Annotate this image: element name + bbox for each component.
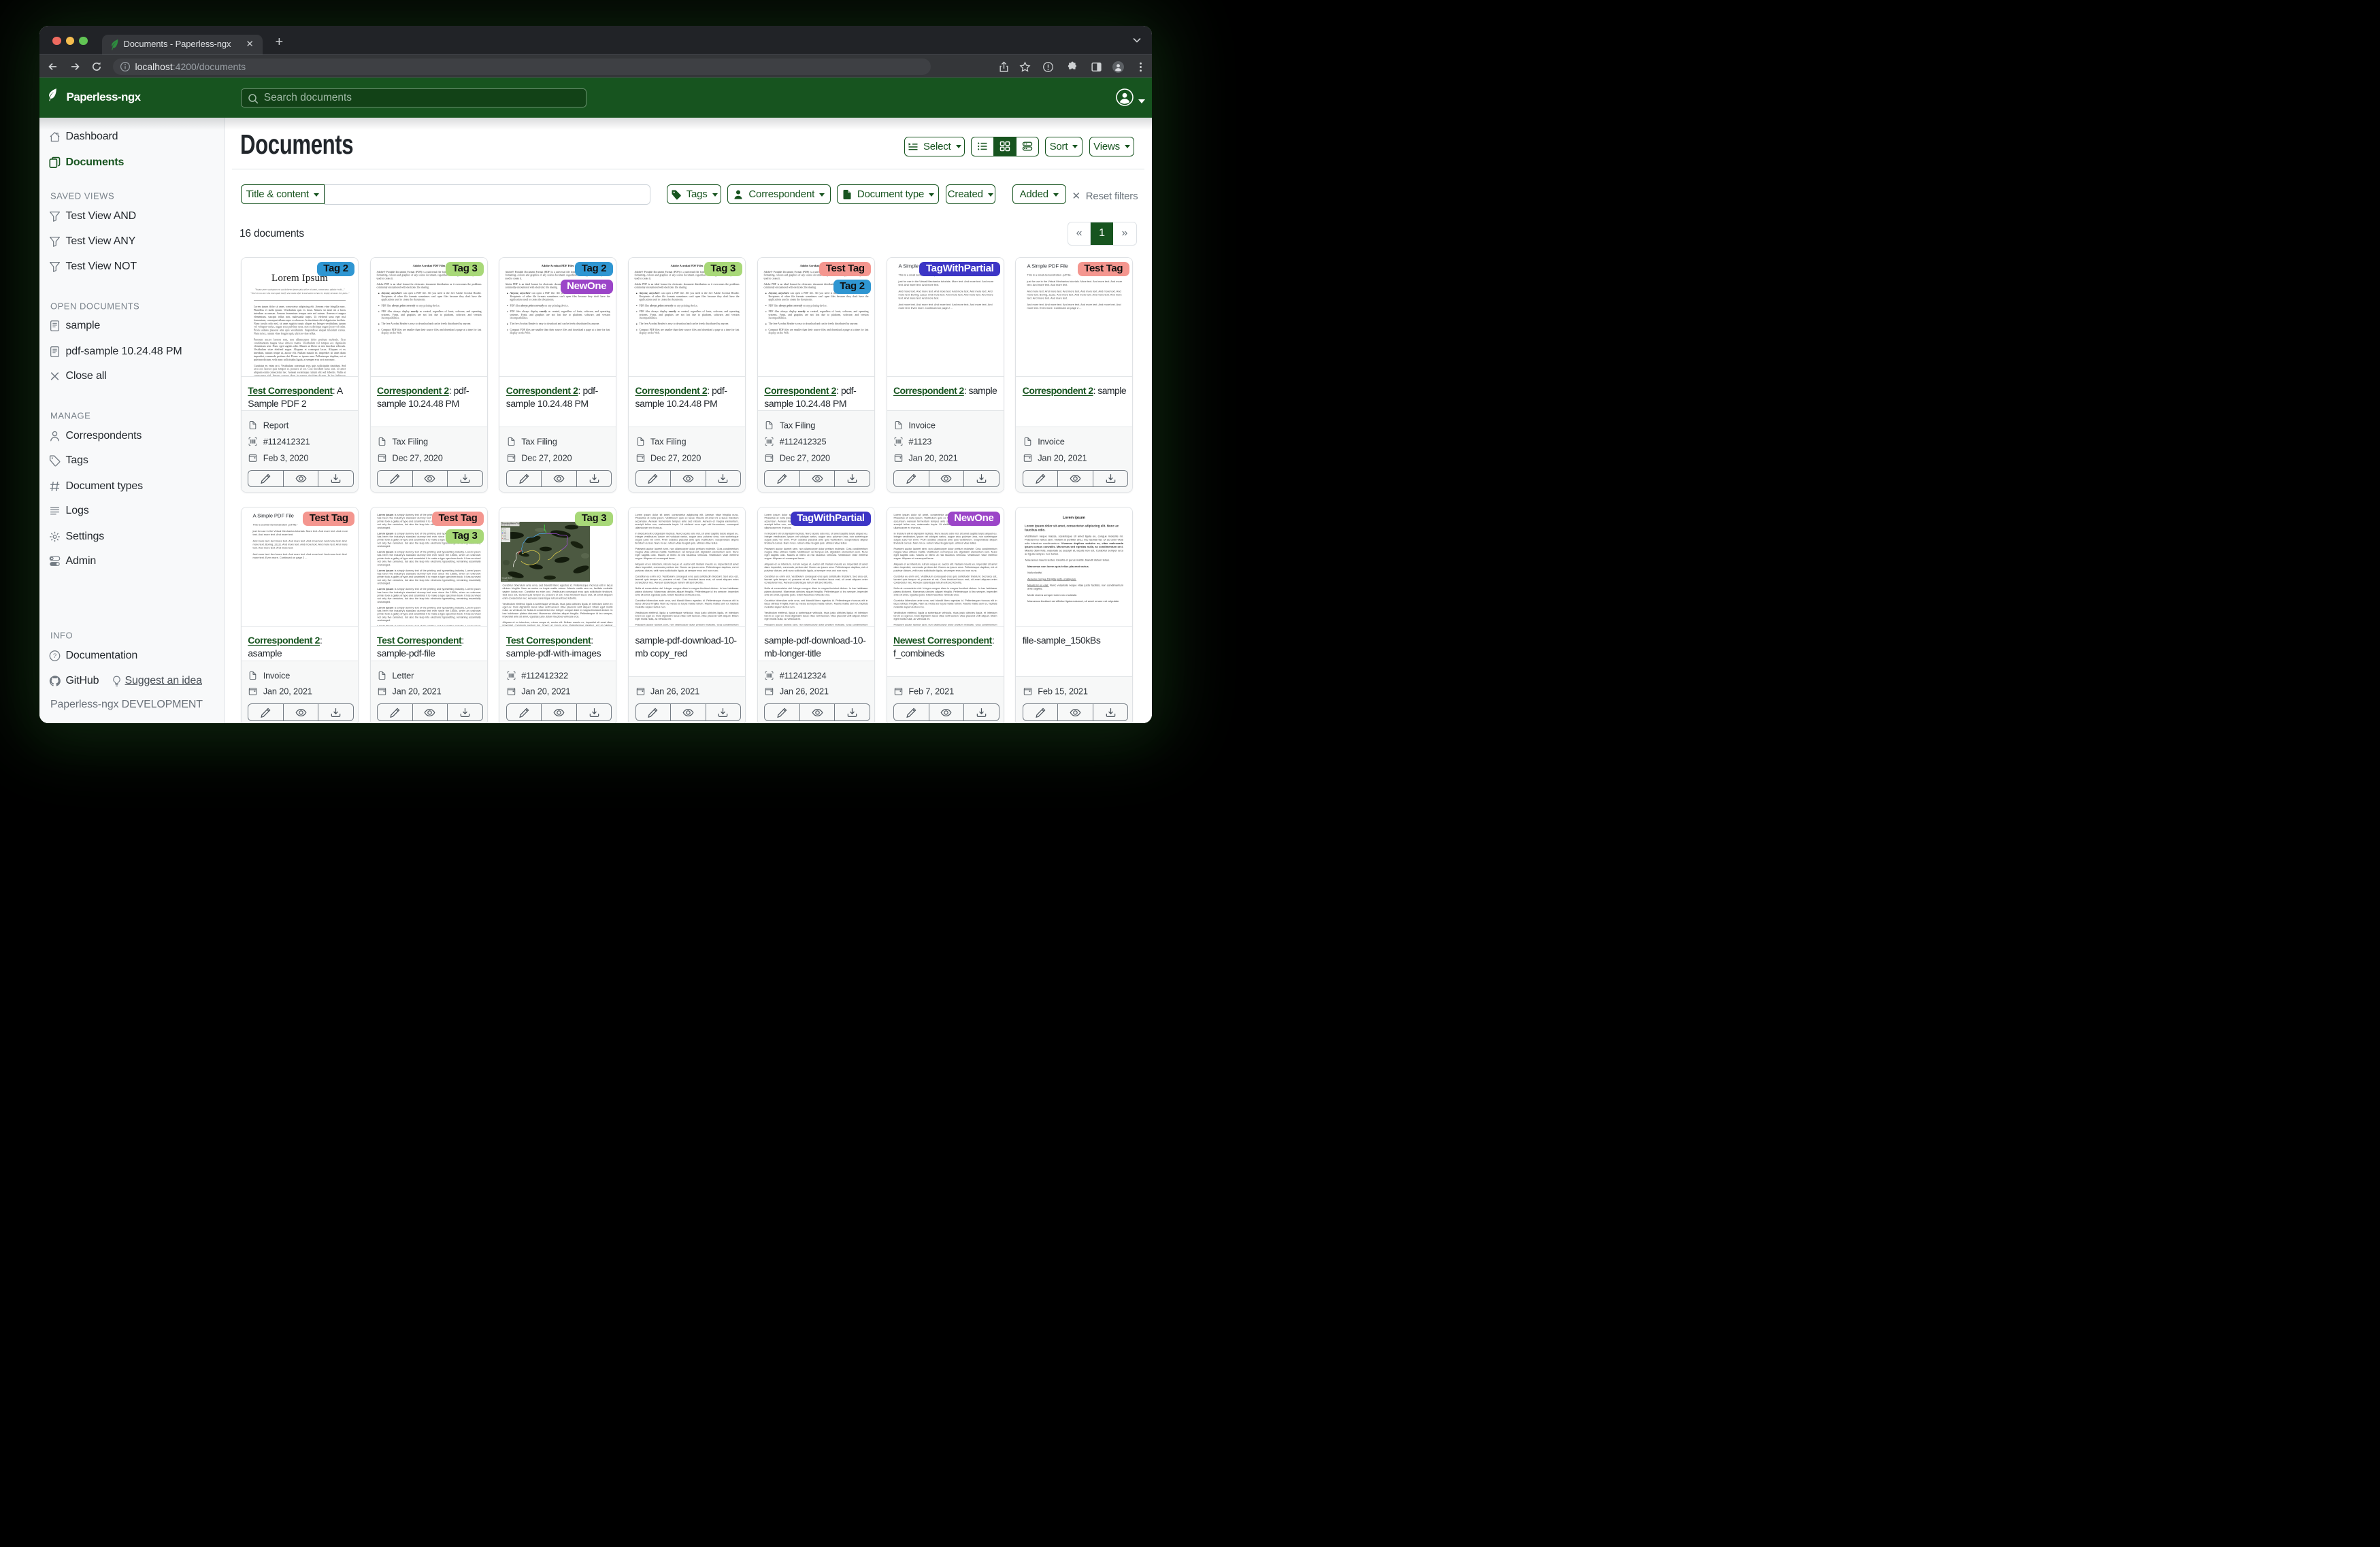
svg-text:?: ? [52, 652, 56, 660]
svg-text:Day 6: Day 6 [503, 538, 506, 539]
svg-text:Day 4: Day 4 [503, 535, 506, 537]
svg-text:Boundary Waters Trip: Boundary Waters Trip [501, 523, 519, 525]
svg-text:Day 2: Day 2 [503, 532, 506, 533]
svg-text:Legend: Legend [501, 529, 506, 530]
svg-text:Day 3: Day 3 [503, 534, 506, 535]
svg-text:Day 1: Day 1 [503, 531, 506, 532]
svg-text:Google Earth: Google Earth [501, 577, 512, 580]
svg-text:Day 5: Day 5 [503, 537, 506, 538]
